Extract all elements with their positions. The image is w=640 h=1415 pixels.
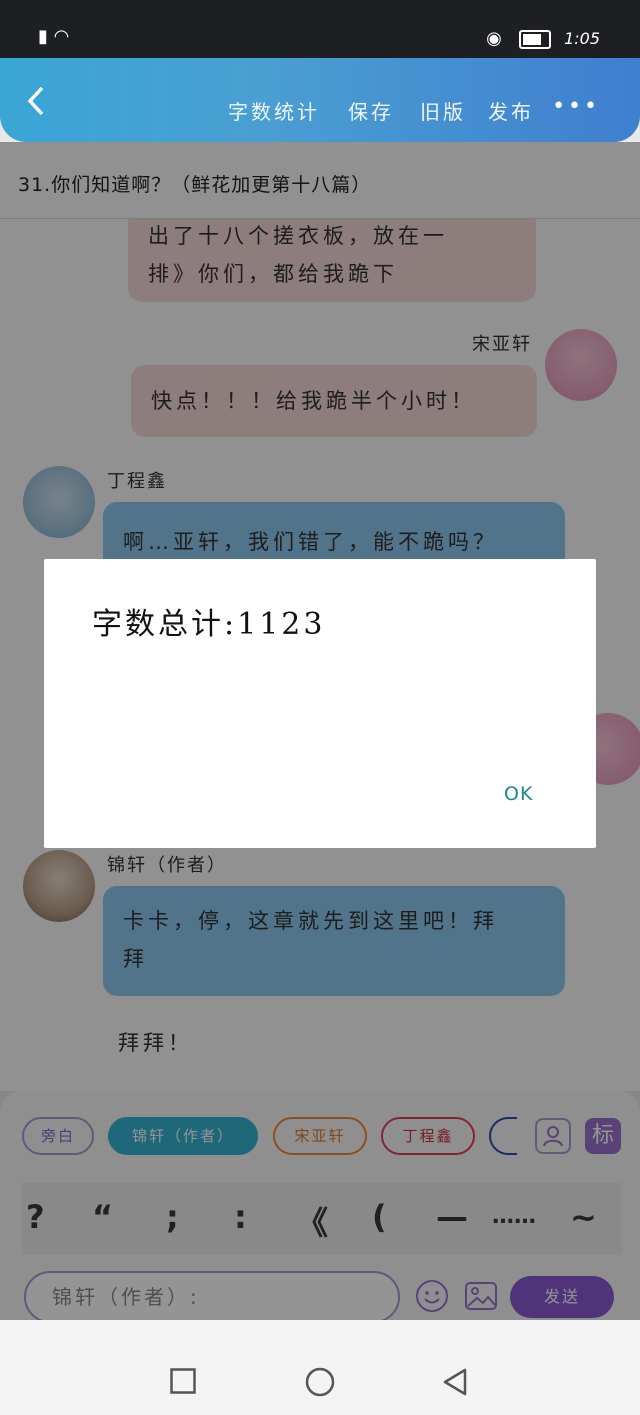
publish-button[interactable]: 发布	[488, 96, 534, 125]
more-menu-button[interactable]: •••	[552, 94, 600, 119]
wifi-icon: ▮ ◠	[38, 26, 70, 47]
chevron-left-icon	[27, 86, 44, 116]
back-nav-icon[interactable]	[442, 1368, 468, 1396]
word-count-dialog: 字数总计:1123 OK	[44, 559, 596, 848]
status-time: 1:05	[564, 29, 600, 48]
ok-button[interactable]: OK	[504, 783, 533, 805]
old-version-button[interactable]: 旧版	[420, 96, 466, 125]
battery-icon	[518, 30, 551, 49]
recent-apps-icon[interactable]	[170, 1368, 196, 1394]
word-count-button[interactable]: 字数统计	[228, 96, 320, 125]
status-right: ◉ 1:05	[486, 28, 600, 49]
back-button[interactable]	[24, 84, 50, 118]
status-bar: ▮ ◠ ◉ 1:05	[0, 0, 640, 58]
save-button[interactable]: 保存	[348, 96, 394, 125]
home-icon[interactable]	[305, 1367, 335, 1397]
system-nav-bar	[0, 1320, 640, 1415]
eye-icon: ◉	[486, 28, 502, 49]
app-header: 字数统计 保存 旧版 发布 •••	[0, 58, 640, 142]
dialog-message: 字数总计:1123	[92, 607, 326, 642]
